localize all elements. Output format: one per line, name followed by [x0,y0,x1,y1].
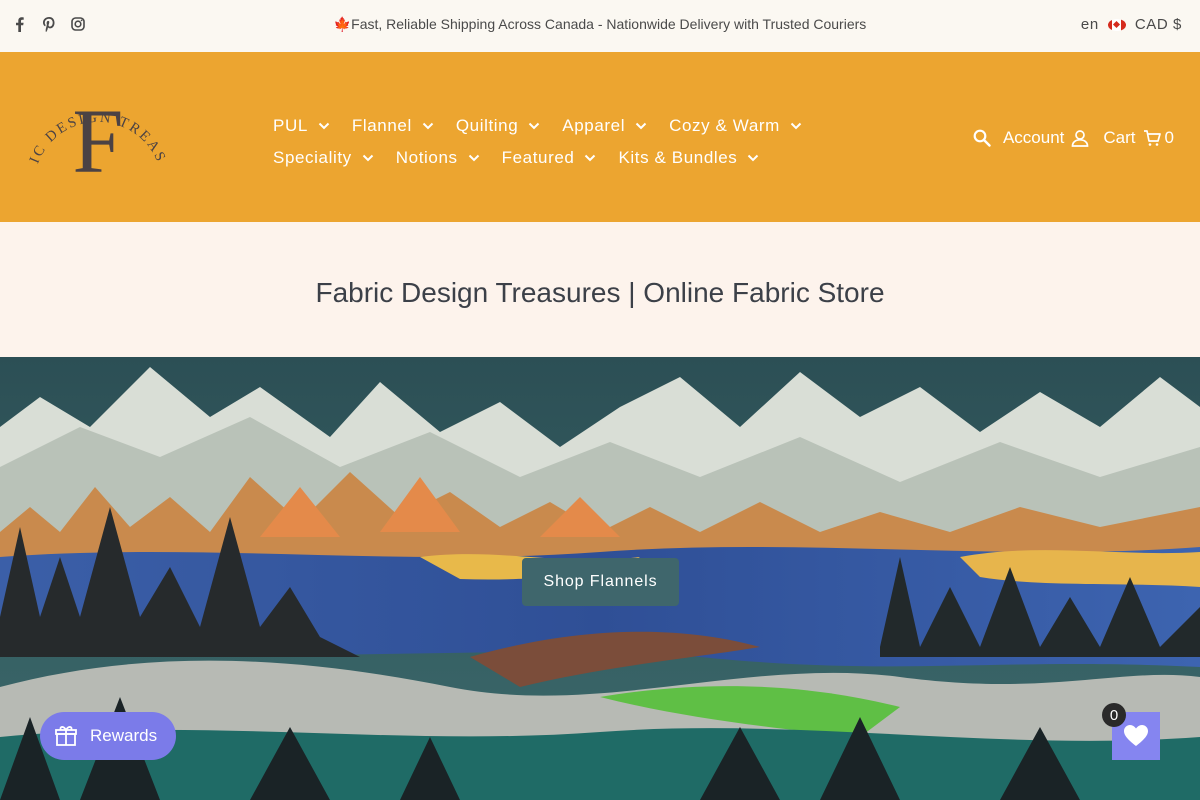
account-label: Account [1002,128,1065,147]
logo-monogram: F [72,90,123,178]
nav-item-featured[interactable]: Featured [502,148,597,168]
nav-item-cozy-warm[interactable]: Cozy & Warm [669,116,802,136]
nav-item-apparel[interactable]: Apparel [562,116,647,136]
nav-item-quilting[interactable]: Quilting [456,116,540,136]
heart-icon [1124,725,1148,746]
main-navigation: PUL Flannel Quilting Apparel Cozy & Warm Spe… [273,110,802,174]
chevron-down-icon [529,122,540,130]
language-selector[interactable]: en [1081,16,1099,33]
search-button[interactable] [973,129,991,147]
page-title: Fabric Design Treasures | Online Fabric … [315,277,885,308]
announcement-text[interactable]: 🍁Fast, Reliable Shipping Across Canada -… [0,16,1200,33]
page-title-band: Fabric Design Treasures | Online Fabric … [0,222,1200,357]
nav-item-label: Flannel [351,116,412,135]
nav-item-label: Featured [501,148,575,167]
shop-flannels-button[interactable]: Shop Flannels [522,558,679,606]
currency-selector[interactable]: CAD $ [1135,16,1182,33]
search-icon [973,129,991,147]
gift-icon [55,726,77,746]
brand-logo[interactable]: FABRIC DESIGN TREASURES F [16,54,174,192]
header-utilities: Account Cart 0 [973,128,1174,148]
nav-item-label: Speciality [273,148,352,167]
account-link[interactable]: Account [1003,128,1089,148]
nav-item-label: PUL [273,116,308,135]
maple-leaf-icon: 🍁 [333,16,352,32]
site-header: FABRIC DESIGN TREASURES F PUL Flannel Quil… [0,52,1200,222]
rewards-label: Rewards [90,726,158,745]
nav-item-flannel[interactable]: Flannel [352,116,434,136]
nav-item-label: Cozy & Warm [669,116,780,135]
cart-link[interactable]: Cart 0 [1103,128,1174,148]
announcement-message: Fast, Reliable Shipping Across Canada - … [351,16,867,32]
chevron-down-icon [790,122,802,130]
nav-item-label: Apparel [562,116,626,135]
nav-item-label: Notions [395,148,458,167]
nav-item-label: Quilting [455,116,519,135]
chevron-down-icon [585,154,596,162]
chevron-down-icon [422,122,434,130]
nav-item-label: Kits & Bundles [618,148,738,167]
cart-count: 0 [1164,128,1174,147]
hero-banner[interactable]: Shop Flannels [0,357,1200,800]
nav-item-pul[interactable]: PUL [273,116,330,136]
cart-icon [1143,130,1161,146]
wishlist-count-badge: 0 [1102,703,1126,727]
nav-row-primary: PUL Flannel Quilting Apparel Cozy & Warm [273,110,802,142]
rewards-launcher[interactable]: Rewards [40,712,176,760]
locale-selector[interactable]: en CAD $ [1081,16,1182,33]
nav-item-speciality[interactable]: Speciality [273,148,374,168]
chevron-down-icon [362,154,373,162]
announcement-bar: 🍁Fast, Reliable Shipping Across Canada -… [0,0,1200,52]
nav-item-notions[interactable]: Notions [396,148,480,168]
chevron-down-icon [468,154,479,162]
nav-item-kits-bundles[interactable]: Kits & Bundles [618,148,759,168]
canada-flag-icon [1107,18,1126,31]
chevron-down-icon [318,122,330,130]
nav-row-secondary: Speciality Notions Featured Kits & Bundles [273,142,802,174]
cart-label: Cart [1103,128,1136,147]
chevron-down-icon [748,154,759,162]
user-icon [1072,130,1089,147]
chevron-down-icon [635,122,647,130]
